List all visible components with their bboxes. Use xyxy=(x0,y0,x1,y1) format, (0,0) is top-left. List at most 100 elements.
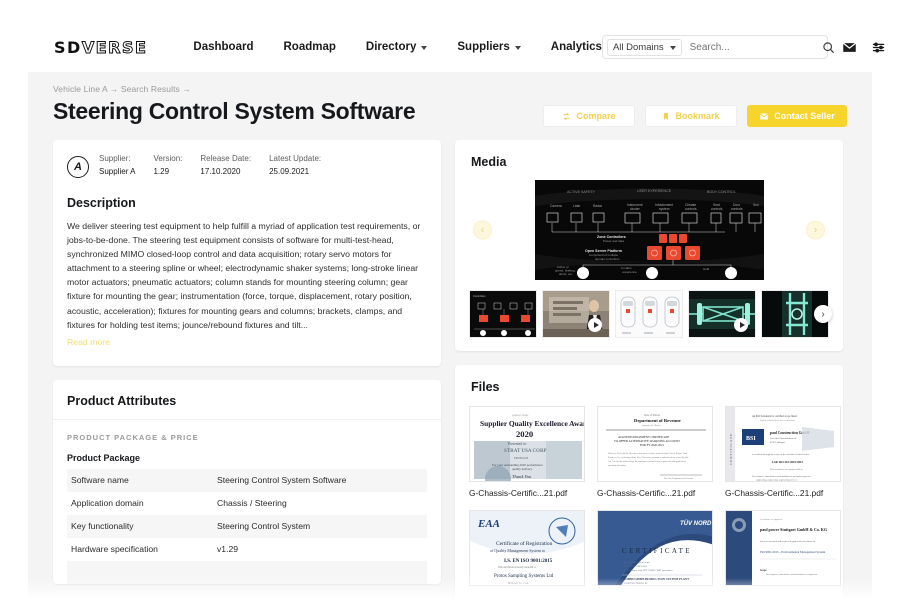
logo-text-sd: SD xyxy=(54,38,82,57)
svg-text:controls: controls xyxy=(731,207,743,211)
media-thumb-chassis-xray[interactable] xyxy=(688,290,756,338)
media-carousel: ‹ ACTIVE SAFETY USER EXPERIENCE BODY CON… xyxy=(469,180,829,280)
nav-item-roadmap[interactable]: Roadmap xyxy=(283,41,335,53)
top-navigation-bar: SDVERSE Dashboard Roadmap Directory Supp… xyxy=(28,22,872,72)
svg-text:ACTIVE SAFETY: ACTIVE SAFETY xyxy=(567,190,596,194)
chevron-down-icon xyxy=(670,46,676,50)
file-preview-management-system-doc[interactable]: Certificate of Approval paul power Stutt… xyxy=(725,510,841,586)
domain-filter-select[interactable]: All Domains xyxy=(607,39,682,56)
files-grid: general states Supplier Quality Excellen… xyxy=(469,406,829,592)
search-icon[interactable] xyxy=(822,41,835,54)
table-row: Application domain Chassis / Steering xyxy=(67,492,427,515)
meta-field-version: Version: 1.29 xyxy=(153,154,182,176)
file-item[interactable]: Certificate of Approval paul power Stutt… xyxy=(725,510,841,592)
media-thumb-architecture-diagram[interactable]: Controllers xyxy=(469,290,537,338)
supplier-logo-icon: A xyxy=(67,156,89,178)
svg-text:Hold: Hold xyxy=(703,267,710,271)
domain-filter-label: All Domains xyxy=(613,42,664,53)
media-thumb-presenter-video[interactable] xyxy=(542,290,610,338)
file-preview-supplier-quality-award[interactable]: general states Supplier Quality Excellen… xyxy=(469,406,585,482)
svg-text:This certificate for supply va: This certificate for supply valid to xyxy=(770,468,803,471)
attr-value: v1.29 xyxy=(217,538,427,561)
attr-value: Steering Control System Software xyxy=(217,469,427,492)
svg-text:Controllers: Controllers xyxy=(473,294,486,298)
file-name: G-Chassis-Certific...21.pdf xyxy=(469,488,585,498)
file-item[interactable]: general states Supplier Quality Excellen… xyxy=(469,406,585,498)
svg-text:BSI: BSI xyxy=(746,436,756,442)
svg-text:Power and data: Power and data xyxy=(603,239,624,243)
meta-key-supplier: Supplier: xyxy=(99,154,135,163)
svg-text:This certificate is hereby awa: This certificate is hereby awarded to xyxy=(498,566,537,569)
svg-text:GMBH/GMBH PRODUCTION SYSTEM PL: GMBH/GMBH PRODUCTION SYSTEM PLANT xyxy=(624,577,689,581)
file-item[interactable]: TÜV NORD CERTIFICATE Management system a… xyxy=(597,510,713,592)
svg-text:EAA: EAA xyxy=(477,518,500,530)
attributes-group-label: PRODUCT PACKAGE & PRICE xyxy=(67,433,427,442)
svg-text:Radar: Radar xyxy=(593,204,603,208)
svg-text:Camera: Camera xyxy=(550,204,562,208)
svg-text:I.S. EN ISO 9001:2015: I.S. EN ISO 9001:2015 xyxy=(504,559,553,564)
bookmark-button[interactable]: Bookmark xyxy=(645,105,737,127)
nav-item-analytics[interactable]: Analytics xyxy=(551,41,602,53)
play-icon[interactable] xyxy=(588,318,602,332)
svg-text:domain controllers: domain controllers xyxy=(595,257,620,261)
svg-text:LSR ISO 261:2001:2015: LSR ISO 261:2001:2015 xyxy=(772,460,804,464)
svg-text:Sun: Sun xyxy=(753,203,759,207)
file-item[interactable]: EAA Certificate of Registration of Quali… xyxy=(469,510,585,592)
play-icon[interactable] xyxy=(734,318,748,332)
chevron-right-icon: › xyxy=(821,309,824,320)
meta-value-release-date: 17.10.2020 xyxy=(200,167,251,176)
attr-key: Application domain xyxy=(67,492,217,515)
contact-seller-button[interactable]: Contact Seller xyxy=(747,105,847,127)
bookmark-icon xyxy=(662,112,670,121)
nav-item-dashboard[interactable]: Dashboard xyxy=(193,41,253,53)
meta-key-latest-update: Latest Update: xyxy=(269,154,321,163)
thumbnails-next-button[interactable]: › xyxy=(814,305,832,323)
svg-text:Milltown, Co. Cork: Milltown, Co. Cork xyxy=(508,582,529,585)
file-preview-eaa-iso-registration[interactable]: EAA Certificate of Registration of Quali… xyxy=(469,510,585,586)
attributes-sub-label: Product Package xyxy=(67,453,427,463)
file-preview-tuv-nord-certificate[interactable]: TÜV NORD CERTIFICATE Management system a… xyxy=(597,510,713,586)
search-input[interactable] xyxy=(690,42,822,53)
compare-arrows-icon xyxy=(562,112,571,121)
svg-text:Management system as per: Management system as per xyxy=(624,561,650,564)
nav-item-directory-label: Directory xyxy=(366,41,417,53)
description-body: We deliver steering test equipment to he… xyxy=(67,219,425,332)
compare-button[interactable]: Compare xyxy=(543,105,635,127)
svg-text:quality delivery: quality delivery xyxy=(512,467,532,471)
nav-item-directory[interactable]: Directory xyxy=(366,41,428,53)
breadcrumb-text: Vehicle Line A → Search Results → xyxy=(53,84,191,94)
carousel-prev-button[interactable]: ‹ xyxy=(473,221,492,240)
svg-text:Presented to:: Presented to: xyxy=(508,442,527,446)
nav-item-analytics-label: Analytics xyxy=(551,41,602,53)
breadcrumb[interactable]: Vehicle Line A → Search Results → xyxy=(53,84,847,94)
product-attributes-heading: Product Attributes xyxy=(53,380,441,420)
file-name: G-Chassis-Certific...21.pdf xyxy=(597,488,713,498)
attr-value: Chassis / Steering xyxy=(217,492,427,515)
svg-text:controls: controls xyxy=(685,207,697,211)
svg-text:Supplier Quality Excellence Aw: Supplier Quality Excellence Award xyxy=(480,419,585,428)
svg-text:experience: experience xyxy=(622,270,637,274)
svg-text:Certificate of Registration: Certificate of Registration xyxy=(496,540,553,547)
left-column: A Supplier: Supplier A Version: 1.29 xyxy=(53,140,441,600)
file-preview-bsi-certificate[interactable]: CERTIFICATE An ISO Standards for certifi… xyxy=(725,406,841,482)
carousel-next-button[interactable]: › xyxy=(806,221,825,240)
nav-item-suppliers[interactable]: Suppliers xyxy=(457,41,520,53)
nav-item-roadmap-label: Roadmap xyxy=(283,41,335,53)
media-card: Media ‹ ACTIVE SAFETY xyxy=(455,140,843,351)
media-main-image[interactable]: ACTIVE SAFETY USER EXPERIENCE BODY CONTR… xyxy=(535,180,764,280)
chevron-down-icon xyxy=(421,46,427,50)
svg-text:cluster: cluster xyxy=(630,207,641,211)
settings-sliders-icon[interactable] xyxy=(871,40,886,55)
svg-text:Whereas, filed with the Direct: Whereas, filed with the Director, a stat… xyxy=(608,452,688,455)
svg-text:Certificate Number 44: Certificate Number 44 xyxy=(624,582,648,585)
chevron-left-icon: ‹ xyxy=(481,225,484,235)
two-column-layout: A Supplier: Supplier A Version: 1.29 xyxy=(53,140,847,600)
sdverse-logo[interactable]: SDVERSE xyxy=(54,38,147,57)
meta-value-version: 1.29 xyxy=(153,167,182,176)
mail-icon[interactable] xyxy=(842,40,857,55)
file-preview-dept-of-revenue-cert[interactable]: State of Illinois Department of Revenue … xyxy=(597,406,713,482)
file-item[interactable]: State of Illinois Department of Revenue … xyxy=(597,406,713,498)
file-item[interactable]: CERTIFICATE An ISO Standards for certifi… xyxy=(725,406,841,498)
read-more-link[interactable]: Read more xyxy=(67,337,110,347)
media-thumb-vehicle-topdown[interactable] xyxy=(615,290,683,338)
